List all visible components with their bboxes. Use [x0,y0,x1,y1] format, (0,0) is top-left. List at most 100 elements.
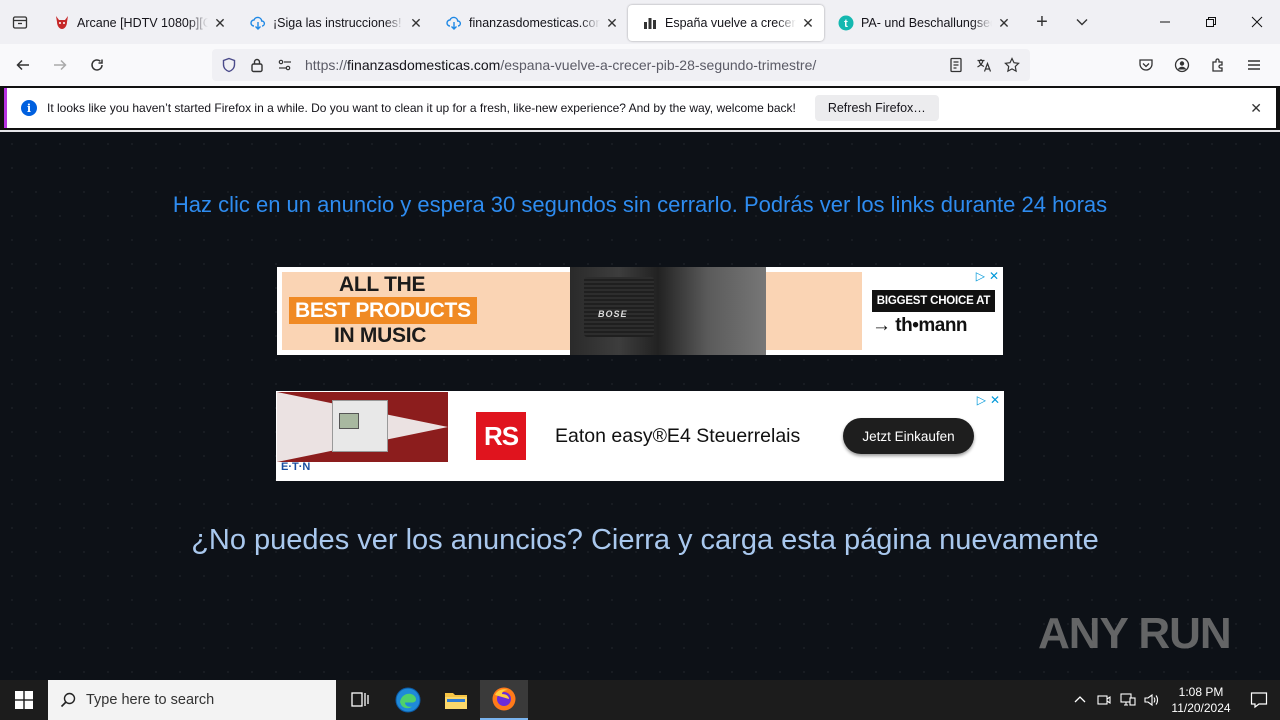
tab-close-icon[interactable]: ✕ [604,15,620,31]
tab-close-icon[interactable]: ✕ [800,15,816,31]
download-cloud-icon [446,15,462,31]
clock-date: 11/20/2024 [1171,701,1231,715]
adchoices-icon[interactable]: ▷ [977,393,986,407]
puzzle-icon [1212,58,1223,72]
firefox-view-button[interactable] [0,0,40,44]
volume-icon[interactable] [1140,680,1164,720]
anyrun-watermark: ANY RUN [1038,609,1232,659]
start-button[interactable] [0,680,48,720]
clock-time: 1:08 PM [1178,685,1224,699]
url-bar[interactable]: https://finanzasdomesticas.com/espana-vu… [212,49,1030,81]
product-image [277,392,448,462]
chevron-up-icon [1074,696,1086,703]
new-tab-button[interactable]: + [1022,4,1062,40]
extensions-button[interactable] [1200,49,1236,81]
tab-close-icon[interactable]: ✕ [408,15,424,31]
reload-button[interactable] [79,49,115,81]
windows-logo-icon [15,691,33,709]
rs-eaton-ad-banner[interactable]: E·T·N RS Eaton easy®E4 Steuerrelais Jetz… [276,391,1004,481]
permissions-icon[interactable] [271,49,299,81]
toolbar-right [1128,49,1272,81]
search-placeholder: Type here to search [86,692,215,708]
tab-thomann[interactable]: t PA- und Beschallungsequ ✕ [824,5,1020,41]
minimize-icon [1160,21,1170,23]
menu-button[interactable] [1236,49,1272,81]
edge-taskbar-button[interactable] [384,680,432,720]
tab-title: ¡Siga las instrucciones! [273,16,402,30]
reload-icon [91,59,103,71]
chart-icon [642,15,658,31]
tab-finanzas[interactable]: finanzasdomesticas.com/ ✕ [432,5,628,41]
close-icon [1251,16,1263,28]
url-path: /espana-vuelve-a-crecer-pib-28-segundo-t… [500,57,817,73]
speaker-grill [584,277,654,337]
refresh-firefox-button[interactable]: Refresh Firefox… [814,95,939,121]
rs-logo: RS [476,412,526,460]
speaker-image: BOSE [570,267,766,355]
reader-view-icon[interactable] [942,49,970,81]
system-tray: 1:08 PM 11/20/2024 [1068,680,1280,720]
tab-espana[interactable]: España vuelve a crecer p ✕ [628,5,824,41]
meet-now-icon[interactable] [1092,680,1116,720]
account-button[interactable] [1164,49,1200,81]
tab-title: PA- und Beschallungsequ [861,16,992,30]
task-view-icon [351,692,369,707]
ad-line-3: IN MUSIC [334,324,427,347]
t-icon: t [838,15,854,31]
back-button[interactable] [5,49,41,81]
file-explorer-taskbar-button[interactable] [432,680,480,720]
windows-taskbar: Type here to search 1:08 PM 11/20/2024 [0,680,1280,720]
shield-icon[interactable] [215,49,243,81]
pocket-icon [1139,59,1153,71]
url-text[interactable]: https://finanzasdomesticas.com/espana-vu… [305,57,816,73]
page-subheadline: ¿No puedes ver los anuncios? Cierra y ca… [191,524,1099,556]
translate-icon[interactable] [970,49,998,81]
firefox-taskbar-button[interactable] [480,680,528,720]
network-icon[interactable] [1116,680,1140,720]
close-icon[interactable]: ✕ [1250,100,1262,117]
tab-arcane[interactable]: Arcane [HDTV 1080p][Cap ✕ [40,5,236,41]
page-content: Haz clic en un anuncio y espera 30 segun… [0,132,1280,680]
taskbar-search-box[interactable]: Type here to search [48,680,336,720]
download-cloud-icon [250,15,266,31]
bookmark-star-icon[interactable] [998,49,1026,81]
tab-title: España vuelve a crecer p [665,16,796,30]
lock-icon[interactable] [243,49,271,81]
action-center-button[interactable] [1238,680,1280,720]
restore-button[interactable] [1188,0,1234,44]
ad-close-icon[interactable]: ✕ [989,269,999,283]
show-hidden-icons-button[interactable] [1068,680,1092,720]
shop-now-button[interactable]: Jetzt Einkaufen [843,418,974,454]
restore-icon [1206,17,1216,27]
page-headline: Haz clic en un anuncio y espera 30 segun… [172,192,1108,217]
ad-choices[interactable]: ▷ ✕ [977,393,1000,407]
speaker-brand: BOSE [598,309,628,319]
list-all-tabs-button[interactable] [1062,4,1102,40]
minimize-button[interactable] [1142,0,1188,44]
arrow-left-icon [16,59,29,71]
relay-display [339,413,359,429]
close-window-button[interactable] [1234,0,1280,44]
tab-close-icon[interactable]: ✕ [212,15,228,31]
account-icon [1174,57,1190,73]
thomann-ad-banner[interactable]: ALL THE BEST PRODUCTS IN MUSIC BOSE BIGG… [277,267,1003,355]
tab-title: finanzasdomesticas.com/ [469,16,600,30]
pocket-button[interactable] [1128,49,1164,81]
watermark-text: ANY RUN [1038,609,1232,658]
ad-product-text: Eaton easy®E4 Steuerrelais [555,425,801,447]
tab-close-icon[interactable]: ✕ [996,15,1012,31]
task-view-button[interactable] [336,680,384,720]
hamburger-icon [1248,60,1260,70]
taskbar-clock[interactable]: 1:08 PM 11/20/2024 [1164,684,1238,716]
plus-icon: + [1036,10,1048,33]
search-icon [60,692,76,708]
edge-icon [395,687,421,713]
ad-close-icon[interactable]: ✕ [990,393,1000,407]
tab-instrucciones[interactable]: ¡Siga las instrucciones! ✕ [236,5,432,41]
ad-line-2: BEST PRODUCTS [289,297,477,324]
forward-button[interactable] [42,49,78,81]
ad-line-1: ALL THE [339,273,426,296]
ad-choices[interactable]: ▷ ✕ [976,269,999,283]
adchoices-icon[interactable]: ▷ [976,269,985,283]
notification-icon [1250,692,1268,709]
